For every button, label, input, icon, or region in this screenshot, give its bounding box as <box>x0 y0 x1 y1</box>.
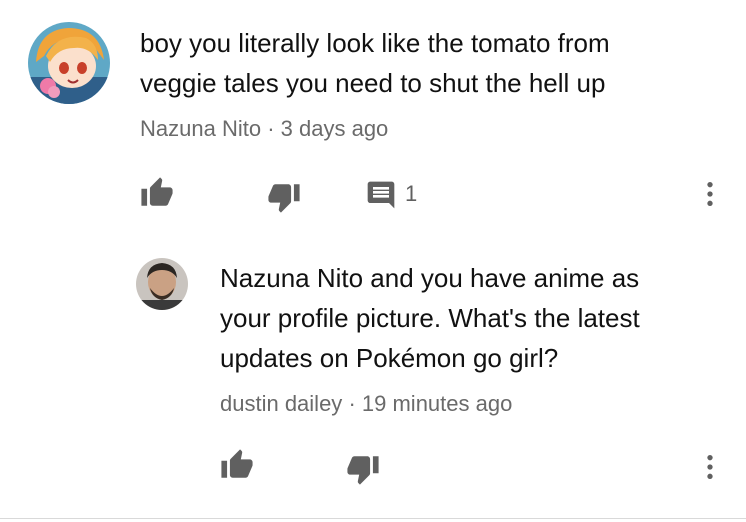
commenter-avatar[interactable] <box>28 22 110 104</box>
thumbs-up-icon <box>141 177 173 206</box>
reply-count: 1 <box>405 181 418 206</box>
more-vertical-icon <box>707 182 713 206</box>
dislike-button[interactable] <box>267 180 301 214</box>
meta-separator: · <box>267 116 275 141</box>
reply-meta: dustin dailey · 19 minutes ago <box>220 391 512 417</box>
thumbs-down-icon <box>268 184 300 213</box>
reply-more-button[interactable] <box>694 449 726 485</box>
reply-body: Nazuna Nito and you have anime as your p… <box>220 258 640 378</box>
comment-body: boy you literally look like the tomato f… <box>140 23 610 103</box>
like-button[interactable] <box>140 176 174 210</box>
reply-author[interactable]: dustin dailey <box>220 391 342 416</box>
comment-more-button[interactable] <box>694 176 726 212</box>
meta-separator: · <box>348 391 356 416</box>
reply-button[interactable] <box>365 179 397 211</box>
comment-text-line: veggie tales you need to shut the hell u… <box>140 68 606 98</box>
comment-text-line: boy you literally look like the tomato f… <box>140 28 610 58</box>
thumbs-up-icon <box>221 449 253 478</box>
reply-dislike-button[interactable] <box>346 452 380 486</box>
thumbs-down-icon <box>347 456 379 485</box>
anime-avatar-image <box>28 22 110 104</box>
reply-like-button[interactable] <box>220 448 254 482</box>
comment-meta: Nazuna Nito · 3 days ago <box>140 116 388 142</box>
reply-text-line: updates on Pokémon go girl? <box>220 343 559 373</box>
more-vertical-icon <box>707 455 713 479</box>
bottom-divider <box>0 518 746 519</box>
reply-text-line: Nazuna Nito and you have anime as <box>220 263 640 293</box>
person-avatar-image <box>136 258 188 310</box>
comment-icon <box>367 181 395 209</box>
reply-avatar[interactable] <box>136 258 188 310</box>
reply-text-line: your profile picture. What's the latest <box>220 303 640 333</box>
reply-time[interactable]: 19 minutes ago <box>362 391 512 416</box>
comment-time[interactable]: 3 days ago <box>281 116 389 141</box>
comment-author[interactable]: Nazuna Nito <box>140 116 261 141</box>
